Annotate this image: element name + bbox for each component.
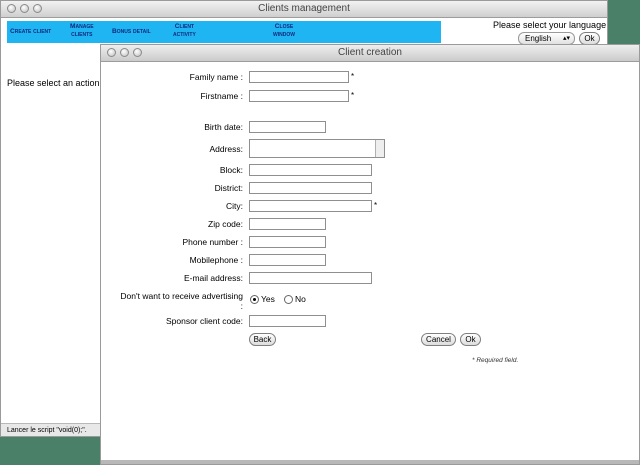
phone-number-input[interactable] [249, 236, 326, 248]
menu-manage-clients-line2: clients [71, 31, 93, 38]
ok-button[interactable]: Ok [460, 333, 481, 346]
dialog-bottom-edge [101, 460, 639, 464]
language-label: Please select your language [493, 20, 607, 30]
zip-code-input[interactable] [249, 218, 326, 230]
minimize-window-icon[interactable] [20, 4, 29, 13]
required-field-note: * Required field. [472, 357, 519, 364]
advertising-yes-radio[interactable] [250, 295, 259, 304]
menu-manage-clients[interactable]: Manage clients [70, 23, 94, 39]
client-form: Family name : * Firstname : * Birth date… [101, 45, 639, 464]
close-window-icon[interactable] [7, 4, 16, 13]
zoom-window-icon[interactable] [33, 4, 42, 13]
family-name-required: * [351, 72, 355, 81]
family-name-label: Family name : [189, 72, 243, 82]
sponsor-code-label: Sponsor client code: [165, 316, 243, 326]
action-menubar: Create client Manage clients Bonus detai… [7, 21, 441, 43]
cancel-button[interactable]: Cancel [421, 333, 456, 346]
menu-client-activity[interactable]: Client activity [173, 23, 196, 39]
email-input[interactable] [249, 272, 372, 284]
menu-client-activity-line1: Client [174, 23, 194, 30]
action-prompt: Please select an action [7, 78, 100, 88]
city-label: City: [226, 201, 243, 211]
phone-number-label: Phone number : [182, 237, 243, 247]
zip-code-label: Zip code: [208, 219, 243, 229]
main-window-title: Clients management [258, 3, 350, 14]
menu-close-window-line2: window [273, 31, 295, 38]
client-creation-window: Client creation Family name : * Firstnam… [100, 44, 640, 465]
menu-bonus-detail-label: Bonus detail [112, 28, 151, 35]
block-label: Block: [219, 165, 243, 175]
firstname-input[interactable] [249, 90, 349, 102]
advertising-label-colon: : [240, 301, 243, 311]
district-label: District: [214, 183, 243, 193]
birth-date-input[interactable] [249, 121, 326, 133]
window-controls [7, 4, 42, 13]
mobilephone-input[interactable] [249, 254, 326, 266]
menu-create-client[interactable]: Create client [10, 28, 51, 36]
advertising-yes-label: Yes [261, 294, 275, 304]
menu-close-window[interactable]: Close window [273, 23, 295, 39]
mobilephone-label: Mobilephone : [189, 255, 243, 265]
menu-client-activity-line2: activity [173, 31, 196, 38]
menu-close-window-line1: Close [274, 23, 294, 30]
advertising-no-radio[interactable] [284, 295, 293, 304]
back-button[interactable]: Back [249, 333, 276, 346]
advertising-no-label: No [295, 294, 306, 304]
select-arrows-icon: ▴▾ [562, 35, 570, 42]
address-scrollbar[interactable] [375, 140, 384, 157]
firstname-label: Firstname : [200, 91, 243, 101]
sponsor-code-input[interactable] [249, 315, 326, 327]
address-label: Address: [209, 144, 243, 154]
district-input[interactable] [249, 182, 372, 194]
menu-manage-clients-line1: Manage [70, 23, 94, 30]
main-titlebar: Clients management [1, 1, 607, 18]
block-input[interactable] [249, 164, 372, 176]
email-label: E-mail address: [183, 273, 243, 283]
family-name-input[interactable] [249, 71, 349, 83]
language-selected-value: English [525, 34, 552, 43]
menu-bonus-detail[interactable]: Bonus detail [112, 28, 151, 36]
advertising-label: Don't want to receive advertising [120, 291, 243, 301]
city-required: * [374, 201, 378, 210]
menu-create-client-label: Create client [10, 28, 52, 35]
city-input[interactable] [249, 200, 372, 212]
address-textarea[interactable] [249, 139, 385, 158]
birth-date-label: Birth date: [204, 122, 243, 132]
firstname-required: * [351, 91, 355, 100]
